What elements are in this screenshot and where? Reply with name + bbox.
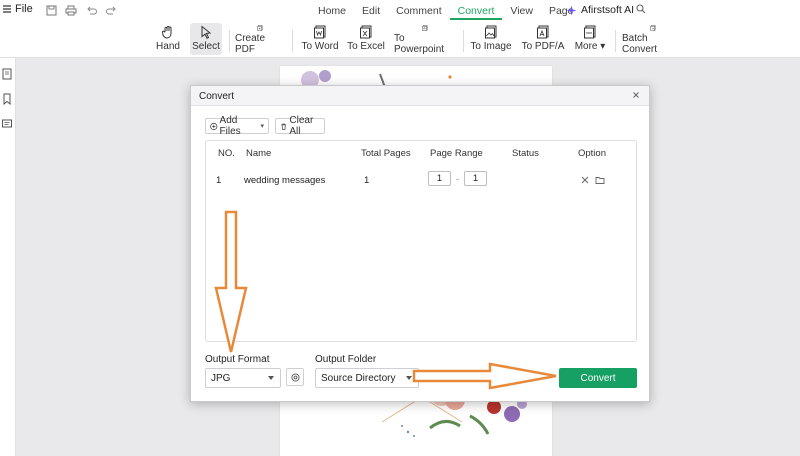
- save-icon[interactable]: [44, 3, 58, 17]
- column-header-option: Option: [578, 148, 606, 159]
- add-files-button[interactable]: Add Files ▾: [205, 115, 269, 137]
- dialog-title: Convert: [199, 91, 235, 102]
- gear-icon: [290, 372, 300, 382]
- pdfa-file-icon: [537, 25, 549, 39]
- column-header-total-pages: Total Pages: [361, 148, 411, 159]
- format-settings-button[interactable]: [286, 368, 304, 386]
- bookmark-icon[interactable]: [1, 93, 13, 105]
- create-pdf-label: Create PDF: [235, 33, 266, 55]
- toolbar-divider: [292, 30, 293, 52]
- open-folder-icon[interactable]: [595, 175, 605, 185]
- dialog-header: Convert: [191, 86, 649, 106]
- thumbnails-icon[interactable]: [1, 68, 13, 80]
- undo-icon[interactable]: [84, 3, 98, 17]
- page-range-from-input[interactable]: 1: [428, 171, 451, 186]
- hand-tool[interactable]: Hand: [152, 23, 184, 55]
- toolbar-divider: [463, 30, 464, 52]
- to-excel-button[interactable]: To Excel: [346, 23, 386, 55]
- add-files-label: Add Files: [219, 115, 241, 137]
- column-header-name: Name: [246, 148, 272, 159]
- ai-assistant-button[interactable]: Afirstsoft AI: [566, 4, 634, 16]
- output-folder-label: Output Folder: [315, 354, 377, 365]
- output-format-label: Output Format: [205, 354, 270, 365]
- search-icon[interactable]: [636, 4, 646, 17]
- to-word-label: To Word: [301, 41, 339, 52]
- clear-all-button[interactable]: Clear All: [275, 115, 325, 137]
- output-folder-value: Source Directory: [321, 372, 396, 384]
- sparkle-icon: [566, 5, 577, 15]
- batch-convert-button[interactable]: Batch Convert: [622, 23, 684, 55]
- to-powerpoint-button[interactable]: To Powerpoint: [394, 23, 456, 55]
- excel-file-icon: [360, 25, 372, 39]
- comment-list-icon[interactable]: [1, 118, 13, 130]
- close-icon[interactable]: [631, 90, 641, 100]
- row-number: 1: [216, 175, 222, 186]
- output-folder-select[interactable]: Source Directory: [315, 368, 419, 388]
- output-format-select[interactable]: JPG: [205, 368, 281, 388]
- to-excel-label: To Excel: [347, 41, 385, 52]
- column-header-page-range: Page Range: [430, 148, 483, 159]
- row-file-name: wedding messages: [244, 175, 326, 186]
- batch-convert-icon: [650, 25, 656, 31]
- file-menu[interactable]: File: [2, 3, 33, 15]
- print-icon[interactable]: [64, 3, 78, 17]
- left-sidebar: [0, 58, 16, 456]
- file-menu-label: File: [15, 3, 33, 15]
- tab-comment[interactable]: Comment: [388, 0, 450, 20]
- tab-convert[interactable]: Convert: [449, 0, 503, 20]
- redo-icon[interactable]: [104, 3, 118, 17]
- convert-button[interactable]: Convert: [559, 368, 637, 388]
- to-powerpoint-label: To Powerpoint: [394, 33, 445, 55]
- image-file-icon: [485, 25, 497, 39]
- page-range-to-input[interactable]: 1: [464, 171, 487, 186]
- row-total-pages: 1: [364, 175, 370, 186]
- toolbar-divider: [229, 30, 230, 52]
- column-header-no: NO.: [218, 148, 235, 159]
- convert-dialog: Convert Add Files ▾ Clear All NO. Name T…: [190, 85, 650, 402]
- powerpoint-file-icon: [422, 25, 428, 31]
- trash-icon: [281, 123, 287, 130]
- hand-label: Hand: [156, 41, 180, 52]
- hamburger-icon: [3, 5, 11, 13]
- range-separator: -: [456, 174, 459, 184]
- clear-all-label: Clear All: [289, 115, 314, 137]
- ai-label: Afirstsoft AI: [581, 4, 635, 16]
- more-label: More ▾: [574, 41, 606, 52]
- to-pdfa-button[interactable]: To PDF/A: [520, 23, 566, 55]
- chevron-down-icon: [406, 376, 412, 380]
- column-header-status: Status: [512, 148, 539, 159]
- toolbar-divider: [615, 30, 616, 52]
- menu-bar: File Home Edit Comment Convert View Page…: [0, 0, 800, 20]
- output-format-value: JPG: [211, 372, 231, 384]
- create-pdf-button[interactable]: Create PDF: [235, 23, 285, 55]
- select-tool[interactable]: Select: [190, 23, 222, 55]
- to-pdfa-label: To PDF/A: [521, 41, 565, 52]
- create-pdf-icon: [257, 25, 263, 31]
- file-list-table: NO. Name Total Pages Page Range Status O…: [205, 140, 637, 342]
- convert-toolbar: Hand Select Create PDF To Word To Excel …: [0, 20, 800, 58]
- chevron-down-icon[interactable]: ▾: [260, 122, 264, 130]
- select-label: Select: [192, 41, 220, 52]
- to-word-button[interactable]: To Word: [300, 23, 340, 55]
- word-file-icon: [314, 25, 326, 39]
- hand-icon: [161, 26, 172, 39]
- plus-circle-icon: [210, 122, 218, 130]
- tab-view[interactable]: View: [502, 0, 541, 20]
- ribbon-tabs: Home Edit Comment Convert View Page: [310, 0, 582, 20]
- to-image-label: To Image: [470, 41, 512, 52]
- more-button[interactable]: More ▾: [572, 23, 608, 55]
- to-image-button[interactable]: To Image: [470, 23, 512, 55]
- chevron-down-icon: [268, 376, 274, 380]
- tab-home[interactable]: Home: [310, 0, 354, 20]
- batch-convert-label: Batch Convert: [622, 33, 658, 55]
- more-file-icon: [584, 25, 596, 39]
- remove-file-icon[interactable]: [580, 175, 590, 185]
- cursor-icon: [201, 25, 212, 39]
- tab-edit[interactable]: Edit: [354, 0, 388, 20]
